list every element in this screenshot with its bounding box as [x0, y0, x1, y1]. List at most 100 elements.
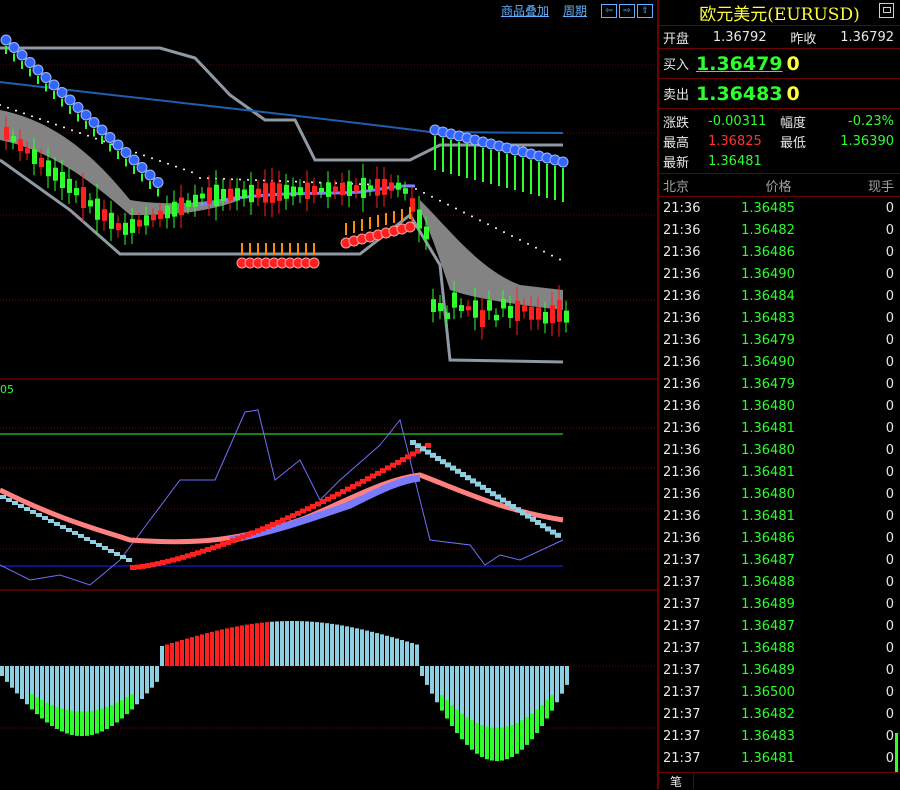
histogram-bar	[255, 623, 259, 666]
cloud	[420, 200, 563, 310]
low-label: 最低	[780, 135, 807, 151]
chart-area[interactable]: 商品叠加 周期 ⇦ ⇨ ⇧ 05	[0, 0, 657, 789]
tick-time: 21:36	[663, 222, 701, 238]
histogram-bar	[550, 694, 554, 711]
tick-row: 21:37 1.36481 0	[659, 747, 900, 769]
sell-marker	[144, 169, 156, 181]
dotted-line	[359, 183, 361, 186]
sell-count: 0	[786, 82, 800, 105]
tick-price: 1.36485	[741, 200, 795, 216]
tick-row: 21:37 1.36489 0	[659, 593, 900, 615]
tick-time: 21:37	[663, 618, 701, 634]
histogram-bar	[280, 621, 284, 666]
step-mark	[42, 516, 48, 520]
dotted-line	[295, 180, 297, 183]
tick-vol: 0	[885, 552, 894, 568]
tick-price: 1.36486	[741, 244, 795, 260]
step-mark	[78, 534, 84, 538]
tick-price: 1.36489	[741, 662, 795, 678]
histogram-bar	[155, 666, 159, 682]
tick-time: 21:36	[663, 332, 701, 348]
tick-time: 21:37	[663, 574, 701, 590]
tick-row: 21:36 1.36479 0	[659, 373, 900, 395]
period-link[interactable]: 周期	[563, 2, 587, 19]
histogram-bar	[170, 642, 174, 666]
candle	[305, 182, 310, 199]
prev-arrow-icon[interactable]: ⇦	[601, 3, 617, 18]
histogram-bar	[165, 644, 169, 666]
dotted-line	[15, 109, 17, 112]
histogram-bar	[25, 666, 29, 705]
histogram-bar	[540, 704, 544, 726]
step-mark	[126, 558, 132, 562]
dotted-line	[231, 178, 233, 181]
tick-row: 21:37 1.36500 0	[659, 681, 900, 703]
dotted-line	[95, 137, 97, 140]
sell-marker	[8, 42, 20, 53]
histogram-bar	[50, 704, 54, 726]
tick-row: 21:37 1.36487 0	[659, 615, 900, 637]
tick-price: 1.36488	[741, 574, 795, 590]
indicator-label: 05	[0, 383, 14, 396]
tick-price: 1.36479	[741, 332, 795, 348]
histogram-bar	[135, 666, 139, 705]
candle	[144, 215, 149, 226]
candle	[11, 136, 16, 143]
tick-vol: 0	[885, 662, 894, 678]
tick-time: 21:36	[663, 442, 701, 458]
chart-toolbar: 商品叠加 周期 ⇦ ⇨ ⇧	[501, 2, 653, 19]
tick-vol: 0	[885, 728, 894, 744]
candle	[123, 222, 128, 235]
tab-strokes[interactable]: 笔	[659, 773, 694, 789]
window-toggle-icon[interactable]	[879, 3, 894, 18]
dotted-line	[135, 151, 137, 154]
tick-time: 21:37	[663, 750, 701, 766]
tick-row: 21:36 1.36490 0	[659, 263, 900, 285]
candle	[298, 187, 303, 196]
histogram-bar	[285, 621, 289, 666]
dotted-line	[311, 181, 313, 184]
dotted-line	[175, 165, 177, 168]
tick-time: 21:36	[663, 508, 701, 524]
tick-time: 21:36	[663, 486, 701, 502]
step-mark	[12, 501, 18, 505]
histogram-bar	[215, 630, 219, 666]
open-label: 开盘	[663, 31, 690, 47]
histogram-bar	[0, 666, 4, 676]
candle	[67, 178, 72, 193]
candle	[508, 306, 513, 318]
histogram-bar	[560, 666, 564, 694]
tick-price: 1.36487	[741, 618, 795, 634]
zoom-icon[interactable]: ⇧	[637, 3, 653, 18]
change-value: -0.00311	[708, 113, 767, 129]
ticks-list[interactable]: 21:36 1.36485 0 21:36 1.36482 0 21:36 1.36486 0 2…	[659, 197, 900, 769]
candle	[291, 186, 296, 197]
histogram-bar	[250, 623, 254, 666]
histogram-bar	[430, 666, 434, 694]
overlay-link[interactable]: 商品叠加	[501, 2, 549, 19]
tick-row: 21:37 1.36483 0	[659, 725, 900, 747]
histogram-bar	[20, 666, 24, 699]
candle	[557, 299, 562, 322]
col-vol-header: 现手	[867, 179, 894, 195]
tick-row: 21:36 1.36486 0	[659, 241, 900, 263]
dotted-line	[0, 104, 1, 106]
chart-canvas[interactable]	[0, 0, 657, 789]
histogram-bar	[80, 711, 84, 736]
next-arrow-icon[interactable]: ⇨	[619, 3, 635, 18]
dotted-line	[447, 203, 449, 206]
histogram-bar	[270, 621, 274, 666]
tick-vol: 0	[885, 310, 894, 326]
histogram-bar	[325, 623, 329, 666]
histogram-bar	[330, 623, 334, 666]
sell-marker	[24, 57, 36, 68]
tick-time: 21:36	[663, 530, 701, 546]
histogram-bar	[225, 628, 229, 666]
change-row: 涨跌 -0.00311 幅度 -0.23%	[663, 111, 894, 131]
dotted-line	[47, 120, 49, 123]
histogram-bar	[555, 666, 559, 703]
candle	[445, 312, 450, 320]
histogram-bar	[125, 697, 129, 715]
change-label: 涨跌	[663, 115, 690, 131]
tick-time: 21:37	[663, 662, 701, 678]
